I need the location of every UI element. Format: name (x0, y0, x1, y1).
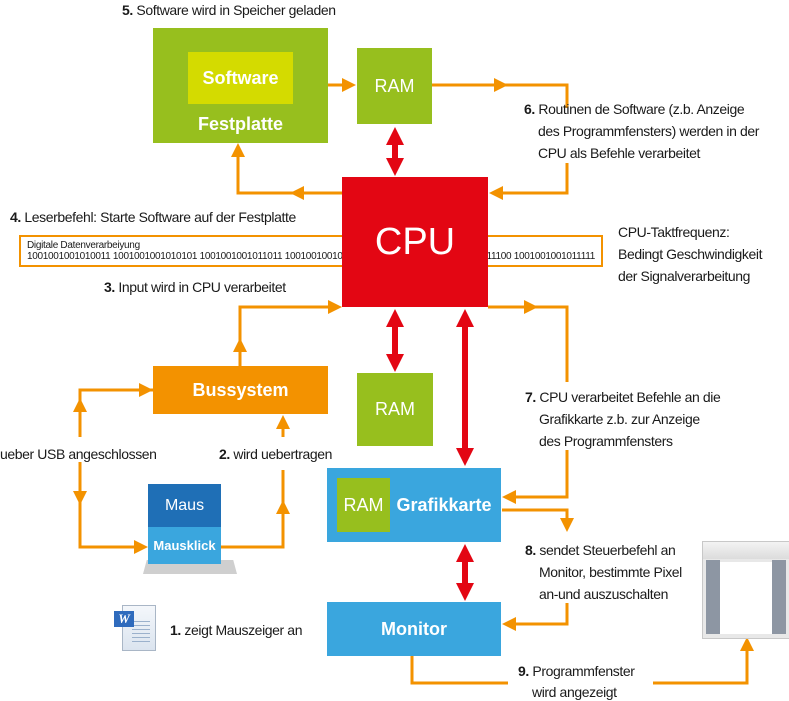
arrowhead-icon (73, 491, 87, 505)
grafik-ram-box: RAM (337, 478, 390, 532)
festplatte-label: Festplatte (197, 114, 284, 134)
arrowhead-icon (560, 518, 574, 532)
flow-line (221, 470, 285, 549)
arrowhead-icon (134, 540, 148, 554)
monitor-box: Monitor (327, 602, 501, 656)
arrowhead-icon (139, 383, 153, 397)
cpu-label: CPU (374, 220, 456, 263)
mausklick-button[interactable]: Mausklick (148, 527, 221, 564)
step-3-label: 3. Input wird in CPU verarbeitet (104, 279, 286, 295)
flow-line (514, 450, 569, 499)
arrowhead-icon (740, 637, 754, 651)
flow-line (78, 462, 136, 549)
arrowhead-icon (456, 544, 474, 562)
arrowhead-icon (276, 500, 290, 514)
bussystem-box: Bussystem (153, 366, 328, 414)
flow-line (653, 650, 749, 685)
arrowhead-icon (290, 186, 304, 200)
arrowhead-icon (386, 127, 404, 145)
ram-mid-box: RAM (357, 373, 433, 446)
step-7-label: 7. CPU verarbeitet Befehle an die Grafik… (525, 389, 721, 449)
software-label: Software (202, 67, 279, 88)
ram-mid-label: RAM (375, 399, 415, 419)
flow-line (500, 163, 569, 195)
step-8-label: 8. sendet Steuerbefehl an Monitor, besti… (525, 542, 682, 602)
arrowhead-icon (494, 78, 508, 92)
step-5-label: 5. Software wird in Speicher geladen (122, 2, 336, 18)
cpu-takt-label: CPU-Taktfrequenz: Bedingt Geschwindigkeit… (618, 224, 763, 284)
arrowhead-icon (73, 398, 87, 412)
cpu-box: CPU (342, 177, 488, 307)
grafikkarte-label: Grafikkarte (396, 494, 492, 515)
arrowhead-icon (456, 448, 474, 466)
maus-label: Maus (164, 496, 205, 514)
ram-top-label: RAM (374, 75, 415, 96)
arrowhead-icon (502, 490, 516, 504)
arrowhead-icon (524, 300, 538, 314)
arrowhead-icon (233, 338, 247, 352)
flow-line (78, 388, 153, 437)
flow-line (238, 305, 330, 366)
arrowhead-icon (276, 415, 290, 429)
mausklick-label: Mausklick (153, 538, 216, 553)
bussystem-label: Bussystem (192, 379, 289, 400)
flow-line (488, 305, 569, 382)
arrowhead-icon (489, 186, 503, 200)
monitor-label: Monitor (381, 618, 447, 639)
arrowhead-icon (502, 617, 516, 631)
step-1-label: 1. zeigt Mauszeiger an (170, 622, 303, 638)
arrowhead-icon (328, 300, 342, 314)
maus-box: Maus (148, 484, 221, 527)
software-box: Software (188, 52, 293, 104)
flow-line (236, 156, 342, 195)
arrowhead-icon (231, 143, 245, 157)
arrowhead-icon (456, 309, 474, 327)
step-9-label: 9. Programmfenster wird angezeigt (518, 663, 635, 700)
usb-label: ueber USB angeschlossen (0, 446, 157, 462)
arrowhead-icon (456, 583, 474, 601)
computer-process-diagram: Digitale Datenverarbeiyung 1001001001010… (0, 0, 789, 701)
digital-data-title: Digitale Datenverarbeiyung (27, 240, 140, 251)
grafik-ram-label: RAM (343, 494, 384, 515)
arrowhead-icon (386, 309, 404, 327)
word-document-icon: W (112, 603, 156, 651)
word-window-screenshot (702, 541, 789, 639)
digital-data-box: Digitale Datenverarbeiyung 1001001001010… (19, 235, 603, 267)
flow-line (514, 603, 569, 626)
flow-line (410, 656, 508, 685)
flow-line (502, 508, 569, 520)
digital-bits-right: 1011100 1001001001011111 (475, 251, 595, 262)
step-2-label: 2. wird uebertragen (219, 446, 333, 462)
arrowhead-icon (386, 158, 404, 176)
step-6-label: 6. Routinen de Software (z.b. Anzeige de… (524, 101, 759, 161)
ram-top-box: RAM (357, 48, 432, 124)
arrowhead-icon (386, 354, 404, 372)
step-4-label: 4. Leserbefehl: Starte Software auf der … (10, 209, 296, 225)
arrowhead-icon (342, 78, 356, 92)
